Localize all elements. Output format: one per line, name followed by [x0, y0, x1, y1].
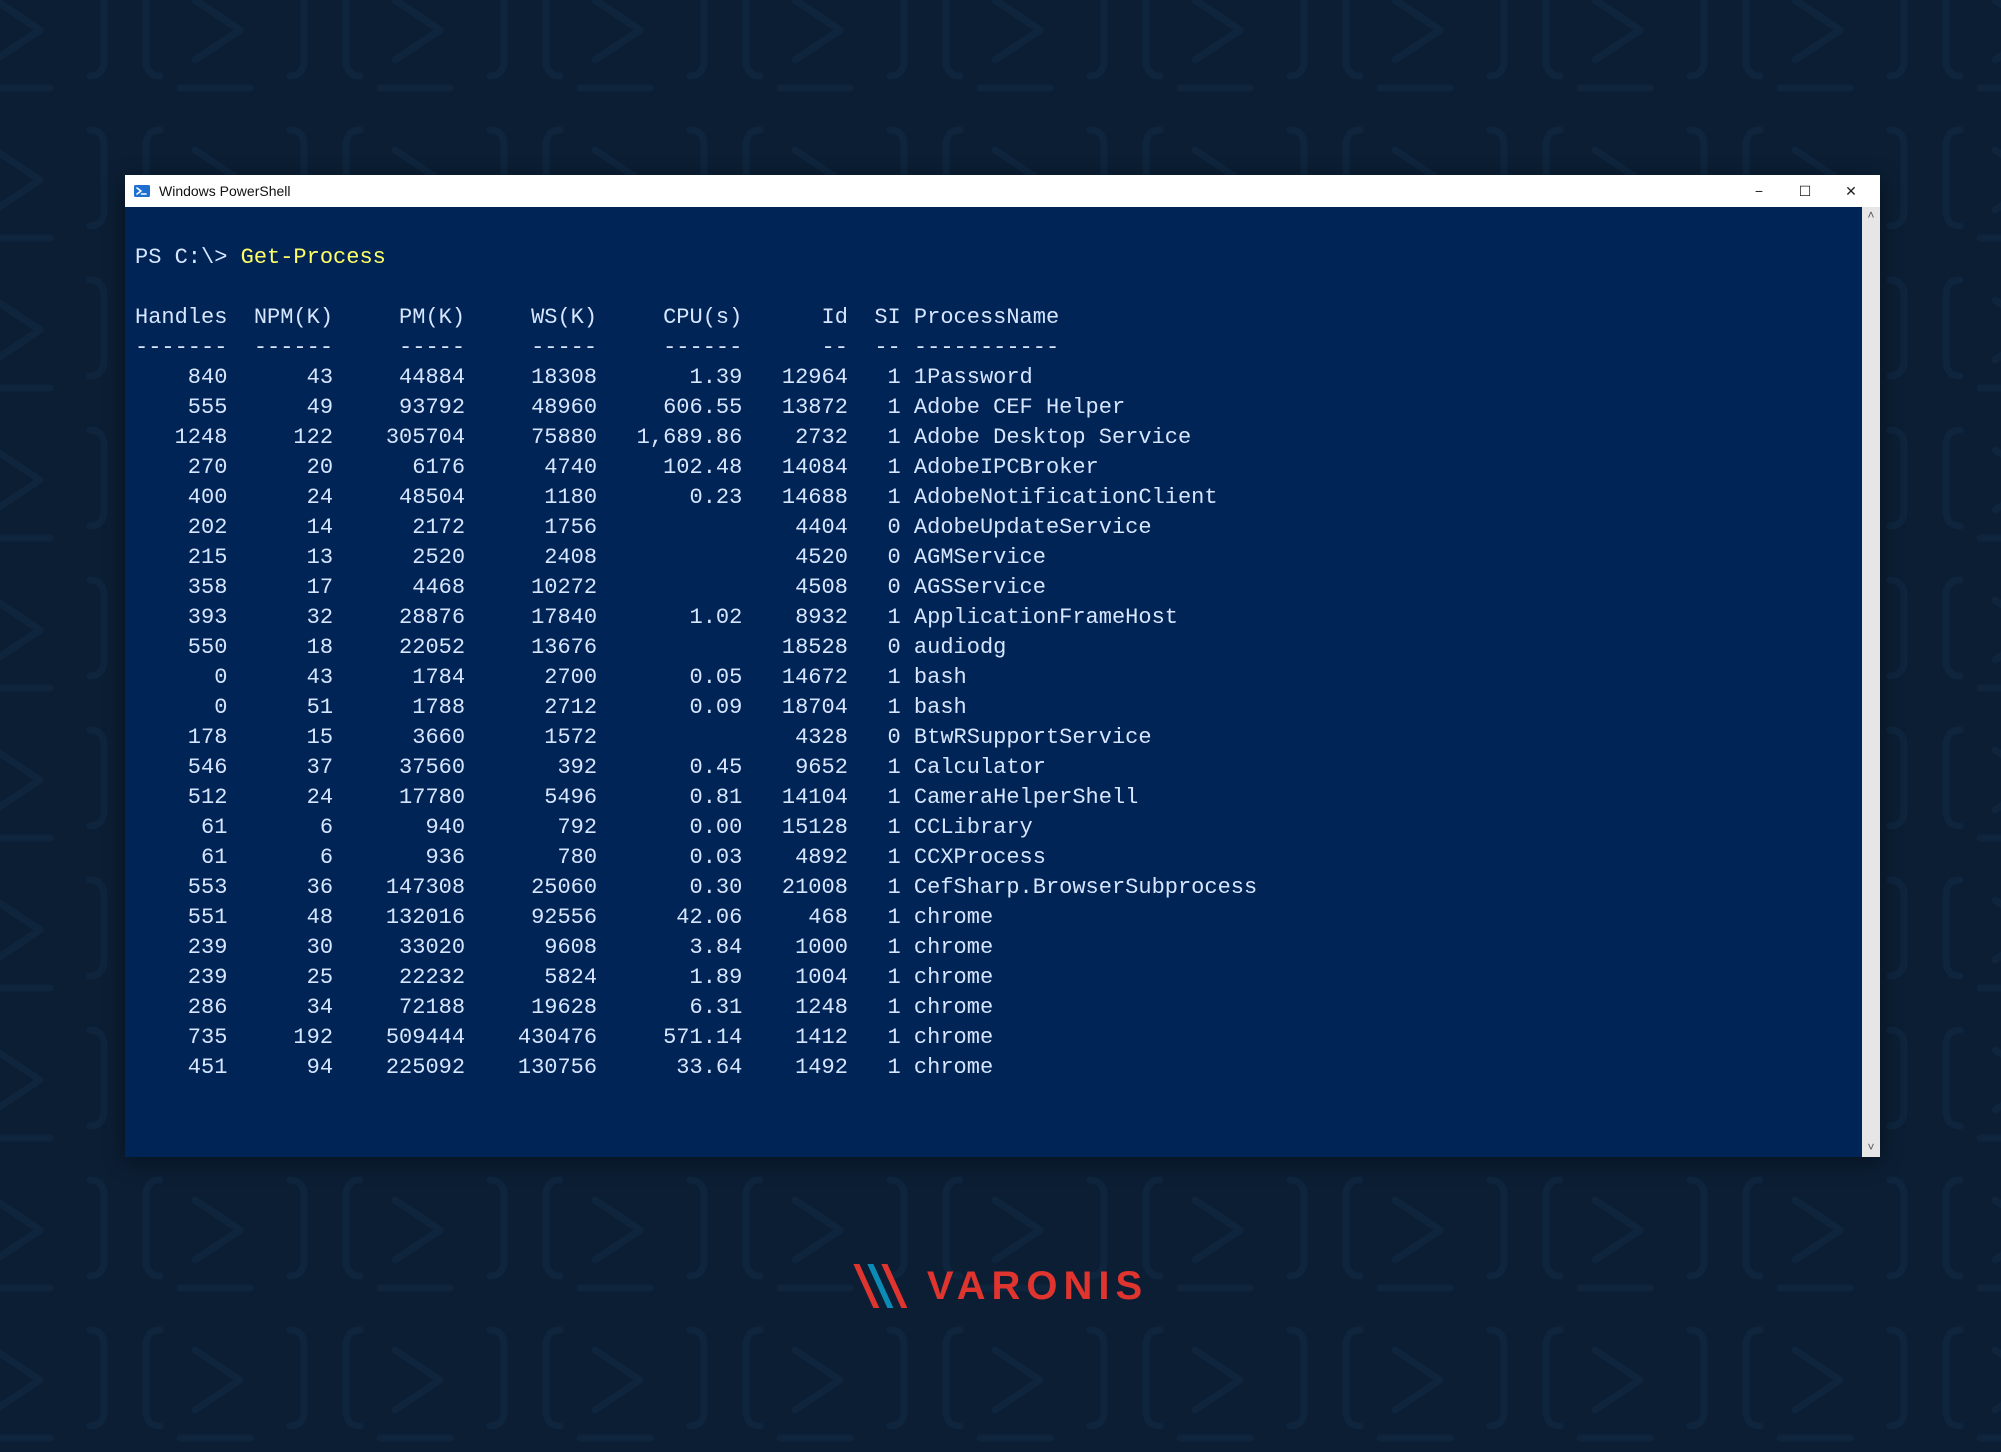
varonis-mark-icon — [853, 1260, 913, 1312]
table-divider: ------- ------ ----- ----- ------ -- -- … — [135, 335, 1059, 360]
maximize-button[interactable]: ☐ — [1782, 175, 1828, 207]
titlebar[interactable]: Windows PowerShell − ☐ ✕ — [125, 175, 1880, 207]
powershell-window: Windows PowerShell − ☐ ✕ PS C:\> Get-Pro… — [125, 175, 1880, 1157]
table-body: 840 43 44884 18308 1.39 12964 1 1Passwor… — [135, 365, 1257, 1080]
varonis-logo: VARONIS — [853, 1260, 1148, 1312]
table-header: Handles NPM(K) PM(K) WS(K) CPU(s) Id SI … — [135, 305, 1059, 330]
prompt-line: PS C:\> Get-Process — [135, 245, 386, 270]
minimize-button[interactable]: − — [1736, 175, 1782, 207]
varonis-wordmark: VARONIS — [927, 1264, 1148, 1309]
command: Get-Process — [241, 245, 386, 270]
window-title: Windows PowerShell — [159, 183, 291, 199]
close-button[interactable]: ✕ — [1828, 175, 1874, 207]
vertical-scrollbar[interactable]: ˄ ˅ — [1862, 207, 1880, 1157]
prompt: PS C:\> — [135, 245, 241, 270]
scroll-down-icon[interactable]: ˅ — [1867, 1141, 1874, 1155]
powershell-icon — [133, 182, 151, 200]
terminal-output[interactable]: PS C:\> Get-Process Handles NPM(K) PM(K)… — [125, 207, 1880, 1157]
scroll-up-icon[interactable]: ˄ — [1867, 209, 1874, 223]
